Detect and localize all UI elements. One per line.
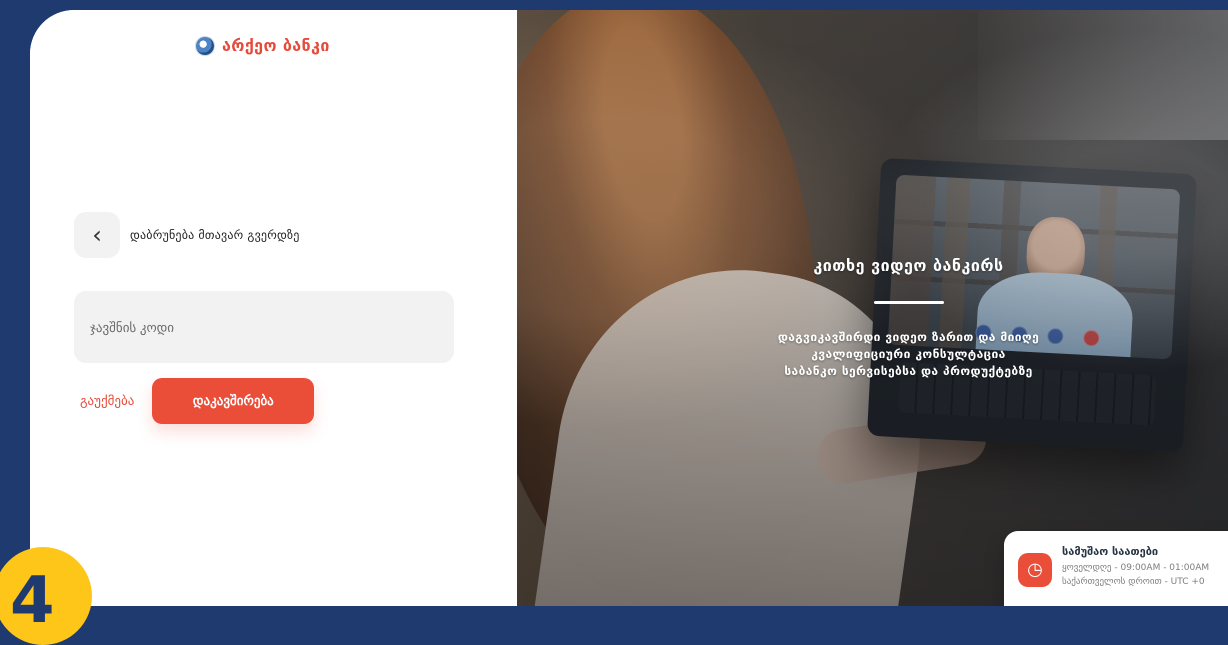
clock-icon: ◷	[1018, 553, 1052, 587]
booking-code-input[interactable]	[74, 291, 454, 363]
hero-title: კითხე ვიდეო ბანკირს	[813, 256, 1004, 275]
form-actions: გაუქმება დაკავშირება	[80, 378, 315, 424]
cancel-link[interactable]: გაუქმება	[80, 394, 134, 409]
back-button[interactable]: ‹	[74, 212, 120, 258]
globe-icon	[196, 36, 214, 55]
login-screen-frame: არქეო ბანკი ‹ დაბრუნება მთავარ გვერდზე გ…	[30, 10, 1228, 606]
working-hours-title: სამუშაო საათები	[1062, 545, 1159, 558]
video-banker-promo: კითხე ვიდეო ბანკირს დაგვიკავშირდი ვიდეო …	[517, 10, 1228, 606]
connect-button[interactable]: დაკავშირება	[152, 378, 315, 424]
hero-description-line-1: დაგვიკავშირდი ვიდეო ზარით და მიიღე	[777, 330, 1040, 344]
working-hours-line-1: ყოველდღე - 09:00AM - 01:00AM	[1062, 563, 1210, 573]
back-navigation-row: ‹ დაბრუნება მთავარ გვერდზე	[74, 212, 300, 258]
back-label[interactable]: დაბრუნება მთავარ გვერდზე	[130, 228, 300, 242]
step-number: 4	[10, 564, 55, 638]
left-panel: არქეო ბანკი ‹ დაბრუნება მთავარ გვერდზე გ…	[30, 10, 517, 606]
hero-copy: კითხე ვიდეო ბანკირს დაგვიკავშირდი ვიდეო …	[731, 256, 1086, 380]
chevron-left-icon: ‹	[92, 221, 102, 249]
working-hours-card: ◷ სამუშაო საათები ყოველდღე - 09:00AM - 0…	[1004, 531, 1228, 606]
hero-description-line-3: საბანკო სერვისებსა და პროდუქტებზე	[784, 364, 1033, 378]
hero-description-line-2: კვალიფიციური კონსულტაცია	[811, 347, 1006, 361]
working-hours-line-2: საქართველოს დროით - UTC +0	[1062, 577, 1205, 587]
hero-description: დაგვიკავშირდი ვიდეო ზარით და მიიღე კვალი…	[731, 329, 1086, 380]
brand-logo: არქეო ბანკი	[196, 36, 330, 55]
step-number-badge: 4	[0, 547, 92, 645]
hero-divider	[873, 301, 944, 304]
brand-name: არქეო ბანკი	[222, 36, 330, 55]
